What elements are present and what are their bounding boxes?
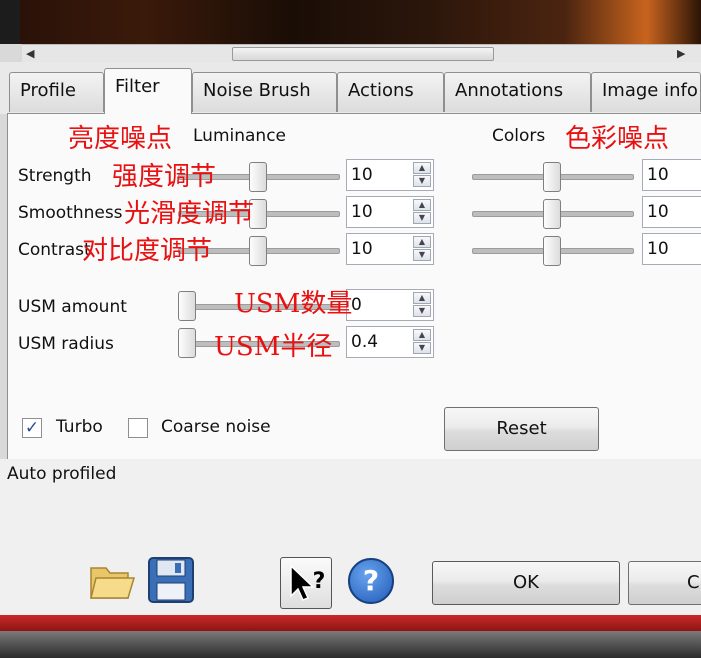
luminance-section-title: Luminance	[193, 126, 287, 146]
usm-radius-spinbox[interactable]: 0.4 ▲ ▼	[346, 326, 434, 358]
open-folder-icon[interactable]	[88, 558, 136, 604]
smoothness-spinbox[interactable]: 10 ▲ ▼	[346, 196, 434, 228]
tab-actions[interactable]: Actions	[337, 72, 444, 112]
color-smoothness-value: 10	[647, 202, 669, 222]
smoothness-label: Smoothness	[18, 203, 123, 223]
status-text: Auto profiled	[7, 464, 117, 484]
ok-button[interactable]: OK	[432, 561, 620, 605]
usm-radius-cn-annotation: USM半径	[214, 332, 333, 362]
color-contrast-spinbox[interactable]: 10	[642, 233, 701, 265]
contrast-slider-thumb[interactable]	[249, 236, 267, 266]
usm-amount-value: 0	[351, 295, 362, 315]
colors-section-title: Colors	[492, 126, 546, 146]
usm-amount-slider-thumb[interactable]	[178, 291, 196, 321]
usm-radius-label: USM radius	[18, 334, 114, 354]
coarse-noise-checkbox[interactable]	[128, 418, 148, 438]
strength-up-icon[interactable]: ▲	[413, 162, 431, 174]
smoothness-value: 10	[351, 202, 373, 222]
reset-button[interactable]: Reset	[444, 407, 599, 451]
usm-amount-down-icon[interactable]: ▼	[413, 305, 431, 317]
scroll-left-icon[interactable]: ◀	[26, 45, 34, 63]
usm-amount-cn-annotation: USM数量	[234, 289, 353, 319]
whats-this-icon: ?	[290, 564, 326, 601]
strength-down-icon[interactable]: ▼	[413, 175, 431, 187]
help-icon-glyph: ?	[362, 564, 380, 597]
window-bottom-border	[0, 615, 701, 631]
usm-radius-up-icon[interactable]: ▲	[413, 329, 431, 341]
color-strength-slider-thumb[interactable]	[543, 162, 561, 192]
coarse-noise-label: Coarse noise	[161, 417, 271, 437]
color-contrast-slider-thumb[interactable]	[543, 236, 561, 266]
save-disk-icon[interactable]	[147, 556, 195, 604]
smoothness-cn-annotation: 光滑度调节	[124, 199, 255, 229]
turbo-label: Turbo	[56, 417, 103, 437]
usm-amount-label: USM amount	[18, 297, 127, 317]
strength-slider-thumb[interactable]	[249, 162, 267, 192]
usm-radius-down-icon[interactable]: ▼	[413, 342, 431, 354]
strength-label: Strength	[18, 166, 92, 186]
color-contrast-value: 10	[647, 239, 669, 259]
strength-value: 10	[351, 165, 373, 185]
contrast-spinbox[interactable]: 10 ▲ ▼	[346, 233, 434, 265]
tab-annotations[interactable]: Annotations	[444, 72, 591, 112]
color-smoothness-spinbox[interactable]: 10	[642, 196, 701, 228]
contrast-cn-annotation: 对比度调节	[82, 236, 213, 266]
tab-profile[interactable]: Profile	[9, 72, 104, 112]
color-strength-value: 10	[647, 165, 669, 185]
help-icon[interactable]: ?	[348, 558, 394, 604]
smoothness-up-icon[interactable]: ▲	[413, 199, 431, 211]
window-footer	[0, 631, 701, 658]
strength-cn-annotation: 强度调节	[112, 162, 217, 192]
color-strength-spinbox[interactable]: 10	[642, 159, 701, 191]
usm-radius-slider-thumb[interactable]	[178, 328, 196, 358]
context-help-button[interactable]: ?	[280, 557, 332, 609]
image-preview-photo	[20, 0, 701, 44]
whats-this-question: ?	[313, 569, 326, 594]
smoothness-down-icon[interactable]: ▼	[413, 212, 431, 224]
tab-noise-brush[interactable]: Noise Brush	[192, 72, 337, 112]
contrast-down-icon[interactable]: ▼	[413, 249, 431, 261]
contrast-up-icon[interactable]: ▲	[413, 236, 431, 248]
tab-filter[interactable]: Filter	[104, 68, 192, 114]
usm-radius-value: 0.4	[351, 332, 379, 352]
strength-spinbox[interactable]: 10 ▲ ▼	[346, 159, 434, 191]
color-smoothness-slider-thumb[interactable]	[543, 199, 561, 229]
check-icon: ✓	[24, 418, 40, 438]
scroll-right-icon[interactable]: ▶	[677, 45, 685, 63]
usm-amount-spinbox[interactable]: 0 ▲ ▼	[346, 289, 434, 321]
contrast-value: 10	[351, 239, 373, 259]
tab-image-info[interactable]: Image info	[591, 72, 701, 112]
cancel-button[interactable]: C	[628, 561, 701, 605]
colors-cn-annotation: 色彩噪点	[565, 124, 670, 154]
turbo-checkbox[interactable]: ✓	[22, 418, 42, 438]
scrollbar-thumb[interactable]	[232, 47, 494, 61]
luminance-cn-annotation: 亮度噪点	[68, 124, 173, 154]
usm-amount-up-icon[interactable]: ▲	[413, 292, 431, 304]
horizontal-scrollbar[interactable]: ◀ ▶	[22, 44, 701, 64]
contrast-label: Contrast	[18, 240, 91, 260]
